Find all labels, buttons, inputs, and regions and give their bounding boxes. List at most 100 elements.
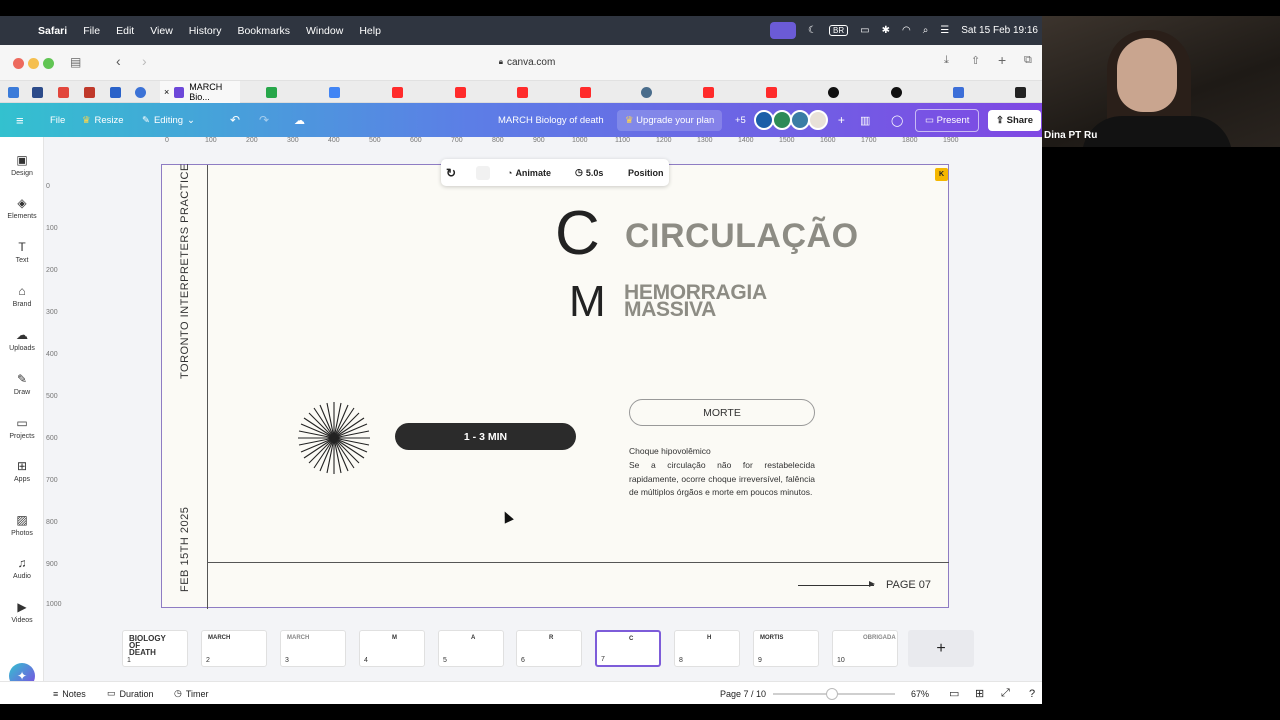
moon-icon[interactable]: ☾: [808, 25, 817, 36]
page-thumbnail[interactable]: BIOLOGY OF DEATH 1: [122, 630, 188, 667]
sidebar-item-audio[interactable]: ♫ Audio: [0, 556, 44, 580]
tab-18[interactable]: [953, 81, 964, 103]
slide-heading-hemorragia[interactable]: HEMORRAGIA MASSIVA: [624, 282, 767, 320]
duration-button[interactable]: ◷ 5.0s: [575, 159, 603, 186]
morte-pill[interactable]: MORTE: [629, 399, 815, 426]
sidebar-icon[interactable]: ▤: [70, 55, 81, 69]
tab-19[interactable]: [1015, 81, 1026, 103]
tab-6[interactable]: [135, 81, 146, 103]
color-swatch[interactable]: [476, 159, 490, 186]
close-window-button[interactable]: [13, 58, 24, 69]
page-thumbnail[interactable]: MORTIS 9: [753, 630, 819, 667]
sidebar-item-uploads[interactable]: ☁ Uploads: [0, 328, 44, 352]
slide-side-date[interactable]: FEB 15TH 2025: [179, 507, 191, 592]
bluetooth-icon[interactable]: ✱: [882, 25, 890, 36]
pages-view-icon[interactable]: ▭: [949, 682, 959, 704]
tab-15[interactable]: [766, 81, 777, 103]
slide-side-title[interactable]: TORONTO INTERPRETERS PRACTICE: [179, 163, 191, 379]
time-pill[interactable]: 1 - 3 MIN: [395, 423, 576, 450]
menu-help[interactable]: Help: [351, 25, 389, 37]
slide-letter-m[interactable]: M: [569, 280, 606, 324]
help-icon[interactable]: ?: [1029, 682, 1035, 704]
tab-14[interactable]: [703, 81, 714, 103]
slide-letter-c[interactable]: C: [555, 203, 600, 265]
page-thumbnail[interactable]: A5: [438, 630, 504, 667]
cloud-saved-icon[interactable]: ☁: [294, 103, 305, 137]
menu-history[interactable]: History: [181, 25, 230, 37]
comments-icon[interactable]: ◯: [891, 103, 903, 137]
avatar[interactable]: [789, 110, 810, 130]
search-icon[interactable]: ⌕: [923, 25, 929, 36]
editing-mode-button[interactable]: ✎ Editing ⌄: [142, 103, 195, 137]
wifi-icon[interactable]: ◠: [902, 25, 911, 36]
resize-button[interactable]: ♛ Resize: [82, 103, 124, 137]
sidebar-item-photos[interactable]: ▨ Photos: [0, 513, 44, 537]
body-text[interactable]: Se a circulação não for restabelecida ra…: [629, 459, 815, 500]
notes-button[interactable]: ≡ Notes: [53, 682, 86, 704]
menu-edit[interactable]: Edit: [108, 25, 142, 37]
sidebar-item-brand[interactable]: ⌂ Brand: [0, 284, 44, 308]
page-indicator[interactable]: Page 7 / 10: [720, 682, 766, 704]
keyboard-layout[interactable]: BR: [828, 25, 849, 36]
tab-active[interactable]: × MARCH Bio...: [160, 81, 240, 103]
tab-1[interactable]: [8, 81, 19, 103]
tab-2[interactable]: [32, 81, 43, 103]
avatar[interactable]: [753, 110, 774, 130]
collaborators[interactable]: +5 +: [735, 103, 845, 137]
avatar[interactable]: [771, 110, 792, 130]
animate-button[interactable]: ◔ Animate: [507, 159, 551, 186]
minimize-window-button[interactable]: [28, 58, 39, 69]
tab-5[interactable]: [110, 81, 121, 103]
page-thumbnail[interactable]: MARCH 3: [280, 630, 346, 667]
share-button[interactable]: ⇪ Share: [988, 103, 1042, 137]
body-title[interactable]: Choque hipovolêmico: [629, 446, 711, 456]
back-icon[interactable]: ‹: [116, 53, 121, 69]
menu-app-safari[interactable]: Safari: [30, 25, 75, 37]
slide-canvas[interactable]: K TORONTO INTERPRETERS PRACTICE FEB 15TH…: [161, 163, 949, 609]
download-icon[interactable]: ⤓: [944, 54, 949, 67]
grid-view-icon[interactable]: ⊞: [975, 682, 984, 704]
menu-bookmarks[interactable]: Bookmarks: [229, 25, 298, 37]
tab-7[interactable]: [266, 81, 277, 103]
starburst-graphic[interactable]: [296, 400, 372, 476]
add-page-button[interactable]: +: [908, 630, 974, 667]
fullscreen-icon[interactable]: ⤢: [1001, 682, 1010, 704]
sidebar-item-text[interactable]: T Text: [0, 240, 44, 264]
tab-12[interactable]: [580, 81, 591, 103]
tab-3[interactable]: [58, 81, 69, 103]
tab-10[interactable]: [455, 81, 466, 103]
tab-4[interactable]: [84, 81, 95, 103]
close-tab-icon[interactable]: ×: [164, 87, 169, 97]
menu-view[interactable]: View: [142, 25, 181, 37]
present-button[interactable]: ▭ Present: [915, 103, 980, 137]
redo-icon[interactable]: ↷: [259, 103, 269, 137]
clock[interactable]: Sat 15 Feb 19:16: [961, 25, 1038, 36]
file-menu[interactable]: File: [50, 103, 65, 137]
sidebar-item-apps[interactable]: ⊞ Apps: [0, 459, 44, 483]
zoom-window-button[interactable]: [43, 58, 54, 69]
insights-icon[interactable]: ▥: [860, 103, 870, 137]
add-collaborator-icon[interactable]: +: [838, 113, 845, 127]
menu-window[interactable]: Window: [298, 25, 351, 37]
zoom-level[interactable]: 67%: [911, 682, 929, 704]
sidebar-item-elements[interactable]: ◈ Elements: [0, 196, 44, 220]
tab-17[interactable]: [891, 81, 902, 103]
new-tab-icon[interactable]: +: [998, 52, 1006, 68]
sidebar-item-draw[interactable]: ✎ Draw: [0, 372, 44, 396]
zoom-slider-handle[interactable]: [826, 688, 838, 700]
sidebar-item-projects[interactable]: ▭ Projects: [0, 416, 44, 440]
duration-bottom-button[interactable]: ▭ Duration: [107, 682, 154, 704]
rotate-icon[interactable]: ↻: [446, 159, 456, 186]
address-bar[interactable]: 🔒︎ canva.com: [312, 51, 742, 73]
battery-icon[interactable]: ▭: [860, 25, 869, 36]
menu-file[interactable]: File: [75, 25, 108, 37]
sidebar-item-design[interactable]: ▣ Design: [0, 153, 44, 177]
page-thumbnail-active[interactable]: C7: [595, 630, 661, 667]
position-button[interactable]: Position: [628, 159, 664, 186]
page-thumbnail[interactable]: MARCH 2: [201, 630, 267, 667]
menu-hamburger-icon[interactable]: ≡: [16, 103, 24, 137]
page-number-label[interactable]: PAGE 07: [886, 579, 931, 591]
control-center-icon[interactable]: ☰: [940, 25, 949, 36]
page-thumbnail[interactable]: H8: [674, 630, 740, 667]
tab-8[interactable]: [329, 81, 340, 103]
